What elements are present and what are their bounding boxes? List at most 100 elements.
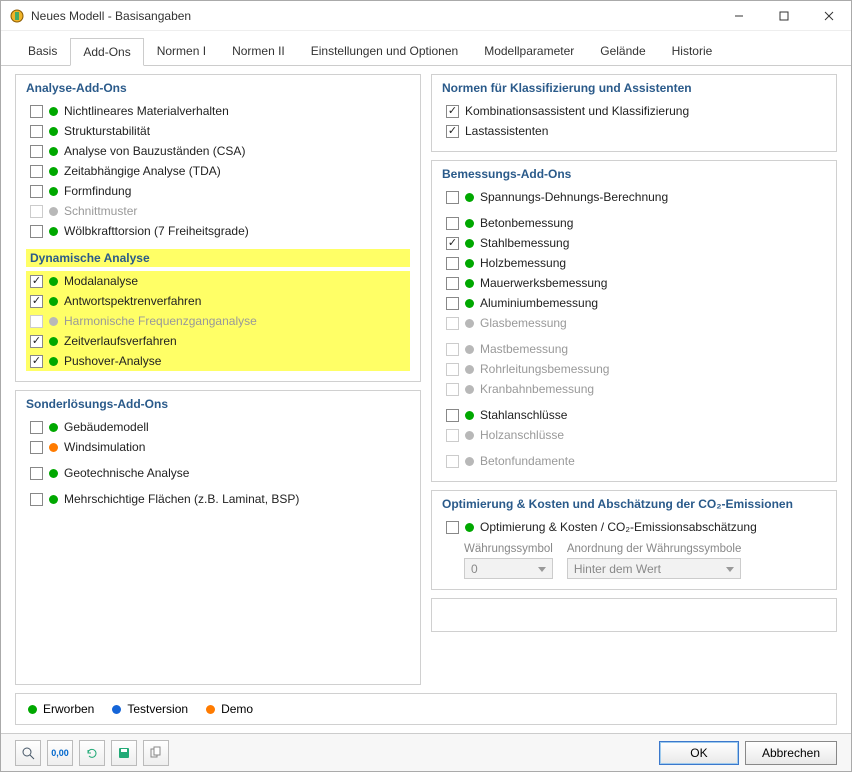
addon-row: Mehrschichtige Flächen (z.B. Laminat, BS… [26, 489, 410, 509]
tool-refresh-button[interactable] [79, 740, 105, 766]
status-dot-icon [49, 495, 58, 504]
content-area: Analyse-Add-Ons Nichtlineares Materialve… [1, 66, 851, 693]
checkbox[interactable] [30, 355, 43, 368]
tool-copy-button[interactable] [143, 740, 169, 766]
addon-row: Strukturstabilität [26, 121, 410, 141]
addon-row: Zeitabhängige Analyse (TDA) [26, 161, 410, 181]
minimize-button[interactable] [716, 1, 761, 30]
tool-search-button[interactable] [15, 740, 41, 766]
group-normen-klassifizierung: Normen für Klassifizierung und Assistent… [431, 74, 837, 152]
addon-row: Spannungs-Dehnungs-Berechnung [442, 187, 826, 207]
addon-row: Harmonische Frequenzganganalyse [26, 311, 410, 331]
tab-basis[interactable]: Basis [15, 37, 70, 65]
addon-label: Strukturstabilität [64, 124, 150, 138]
addon-label: Holzbemessung [480, 256, 566, 270]
checkbox[interactable] [30, 467, 43, 480]
checkbox[interactable] [30, 145, 43, 158]
cancel-button[interactable]: Abbrechen [745, 741, 837, 765]
checkbox[interactable] [30, 225, 43, 238]
addon-label: Geotechnische Analyse [64, 466, 189, 480]
tab-modellparameter[interactable]: Modellparameter [471, 37, 587, 65]
addon-label: Kombinationsassistent und Klassifizierun… [465, 104, 689, 118]
checkbox[interactable] [446, 191, 459, 204]
ok-button[interactable]: OK [659, 741, 739, 765]
group-title: Bemessungs-Add-Ons [442, 167, 826, 181]
addon-row: Optimierung & Kosten / CO₂-Emissionsabsc… [442, 517, 826, 537]
checkbox[interactable] [446, 217, 459, 230]
addon-label: Betonfundamente [480, 454, 575, 468]
addon-label: Mastbemessung [480, 342, 568, 356]
maximize-button[interactable] [761, 1, 806, 30]
checkbox[interactable] [446, 521, 459, 534]
subtitle-dynamische-analyse: Dynamische Analyse [26, 249, 410, 267]
addon-label: Pushover-Analyse [64, 354, 161, 368]
addon-label: Schnittmuster [64, 204, 137, 218]
legend-erworben: Erworben [43, 702, 94, 716]
tab-normen-ii[interactable]: Normen II [219, 37, 298, 65]
checkbox[interactable] [446, 125, 459, 138]
addon-row: Kranbahnbemessung [442, 379, 826, 399]
currency-symbol-select[interactable]: 0 [464, 558, 553, 579]
addon-row: Nichtlineares Materialverhalten [26, 101, 410, 121]
checkbox[interactable] [30, 275, 43, 288]
checkbox[interactable] [446, 237, 459, 250]
tab-einstellungen-und-optionen[interactable]: Einstellungen und Optionen [298, 37, 471, 65]
app-icon [9, 8, 25, 24]
checkbox[interactable] [446, 105, 459, 118]
checkbox [446, 455, 459, 468]
status-dot-icon [49, 357, 58, 366]
addon-label: Stahlbemessung [480, 236, 569, 250]
addon-label: Antwortspektrenverfahren [64, 294, 201, 308]
checkbox[interactable] [446, 409, 459, 422]
addon-label: Zeitverlaufsverfahren [64, 334, 177, 348]
legend-demo: Demo [221, 702, 253, 716]
status-dot-icon [465, 239, 474, 248]
status-dot-icon [465, 431, 474, 440]
close-button[interactable] [806, 1, 851, 30]
status-dot-icon [49, 443, 58, 452]
addon-row: Formfindung [26, 181, 410, 201]
addon-row: Stahlanschlüsse [442, 405, 826, 425]
addon-row: Betonbemessung [442, 213, 826, 233]
tool-save-button[interactable] [111, 740, 137, 766]
checkbox [446, 317, 459, 330]
checkbox[interactable] [30, 105, 43, 118]
tab-historie[interactable]: Historie [659, 37, 726, 65]
tab-gel-nde[interactable]: Gelände [587, 37, 658, 65]
checkbox[interactable] [446, 257, 459, 270]
tabbar: BasisAdd-OnsNormen INormen IIEinstellung… [1, 31, 851, 66]
addon-label: Analyse von Bauzuständen (CSA) [64, 144, 245, 158]
addon-label: Lastassistenten [465, 124, 548, 138]
checkbox[interactable] [30, 441, 43, 454]
checkbox[interactable] [446, 297, 459, 310]
addon-label: Spannungs-Dehnungs-Berechnung [480, 190, 668, 204]
checkbox [446, 383, 459, 396]
addon-row: Geotechnische Analyse [26, 463, 410, 483]
group-bemessungs-addons: Bemessungs-Add-Ons Spannungs-Dehnungs-Be… [431, 160, 837, 482]
tab-normen-i[interactable]: Normen I [144, 37, 219, 65]
status-dot-icon [465, 523, 474, 532]
group-optimierung-kosten: Optimierung & Kosten und Abschätzung der… [431, 490, 837, 590]
checkbox[interactable] [30, 185, 43, 198]
checkbox[interactable] [30, 335, 43, 348]
addon-label: Gebäudemodell [64, 420, 149, 434]
addon-label: Mauerwerksbemessung [480, 276, 607, 290]
checkbox[interactable] [30, 165, 43, 178]
group-title: Analyse-Add-Ons [26, 81, 410, 95]
checkbox[interactable] [30, 125, 43, 138]
addon-label: Modalanalyse [64, 274, 138, 288]
checkbox[interactable] [30, 295, 43, 308]
group-title: Normen für Klassifizierung und Assistent… [442, 81, 826, 95]
left-column: Analyse-Add-Ons Nichtlineares Materialve… [15, 74, 421, 685]
group-sonderloesungs-addons: Sonderlösungs-Add-Ons GebäudemodellWinds… [15, 390, 421, 685]
group-title: Sonderlösungs-Add-Ons [26, 397, 410, 411]
checkbox[interactable] [30, 421, 43, 434]
tab-add-ons[interactable]: Add-Ons [70, 38, 143, 66]
addon-row: Mastbemessung [442, 339, 826, 359]
tool-units-button[interactable]: 0,00 [47, 740, 73, 766]
status-dot-icon [49, 167, 58, 176]
checkbox[interactable] [30, 493, 43, 506]
addon-row: Modalanalyse [26, 271, 410, 291]
checkbox[interactable] [446, 277, 459, 290]
currency-order-select[interactable]: Hinter dem Wert [567, 558, 742, 579]
